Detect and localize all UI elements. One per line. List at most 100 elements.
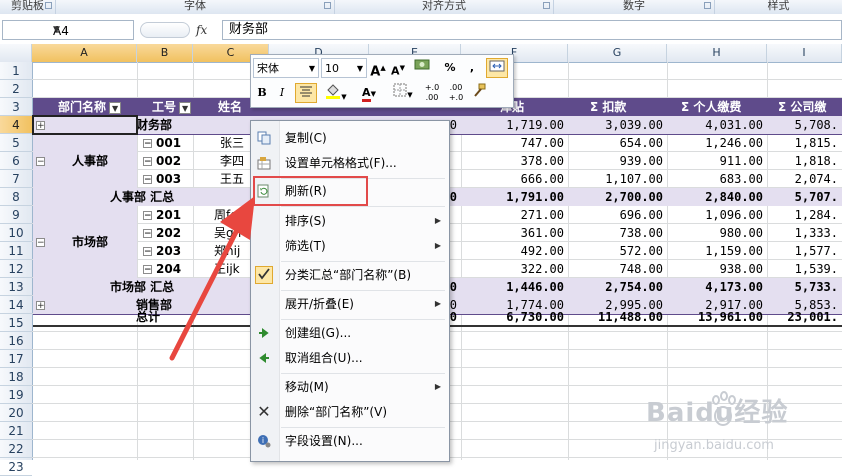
row-header[interactable]: 20 xyxy=(0,404,32,422)
font-color-button[interactable]: A▼ xyxy=(355,83,383,103)
column-header-a[interactable]: A xyxy=(32,44,137,62)
chevron-down-icon: ▼ xyxy=(356,64,363,73)
menu-item-filter[interactable]: 筛选(T) ▶ xyxy=(251,234,449,258)
row-header[interactable]: 5 xyxy=(0,134,32,152)
menu-item-format-cells[interactable]: 设置单元格格式(F)... xyxy=(251,151,449,175)
row-header[interactable]: 6 xyxy=(0,152,32,170)
row-header[interactable]: 22 xyxy=(0,440,32,458)
grow-font-button[interactable]: A▲ xyxy=(369,58,387,79)
menu-item-sort[interactable]: 排序(S) ▶ xyxy=(251,209,449,233)
row-header[interactable]: 12 xyxy=(0,260,32,278)
name-cell: 李四 xyxy=(220,154,245,168)
menu-item-copy[interactable]: 复制(C) xyxy=(251,126,449,150)
ribbon-group-label: 剪贴板 xyxy=(11,0,44,12)
id-cell: −002 xyxy=(143,152,193,170)
collapse-icon[interactable]: − xyxy=(143,247,152,257)
value-cell: 683.00 xyxy=(719,172,763,186)
row-header[interactable]: 23 xyxy=(0,458,32,476)
increase-decimal-button[interactable]: +.0 .00 xyxy=(421,83,443,103)
font-name-select[interactable]: 宋体 ▼ xyxy=(253,58,319,78)
row-header[interactable]: 8 xyxy=(0,188,32,206)
menu-item-expand-collapse[interactable]: 展开/折叠(E) ▶ xyxy=(251,292,449,316)
shrink-font-button[interactable]: A▼ xyxy=(389,58,407,78)
collapse-icon[interactable]: − xyxy=(143,229,152,239)
font-size-select[interactable]: 10 ▼ xyxy=(321,58,367,78)
row-header[interactable]: 3 xyxy=(0,98,32,116)
expand-icon[interactable]: + xyxy=(36,296,50,314)
decrease-decimal-button[interactable]: .00 +.0 xyxy=(445,83,467,103)
format-painter-button[interactable] xyxy=(469,83,489,103)
column-header-h[interactable]: H xyxy=(667,44,767,62)
row-header[interactable]: 21 xyxy=(0,422,32,440)
collapse-icon[interactable]: − xyxy=(36,152,50,170)
mini-toolbar: 宋体 ▼ 10 ▼ A▲ A▼ % , B I ▼ A▼ ▼ +.0 .00 .00… xyxy=(250,54,514,108)
dept-cell: 人事部 xyxy=(72,154,109,168)
value-cell: 696.00 xyxy=(619,208,663,222)
row-header[interactable]: 19 xyxy=(0,386,32,404)
menu-item-group[interactable]: 创建组(G)... xyxy=(251,321,449,345)
dept-cell: 财务部 xyxy=(136,118,173,132)
italic-button[interactable]: I xyxy=(273,83,291,103)
value-cell: 5,708. xyxy=(794,118,838,132)
comma-button[interactable]: , xyxy=(463,58,481,78)
value-cell: 666.00 xyxy=(520,172,564,186)
row-header[interactable]: 7 xyxy=(0,170,32,188)
menu-separator xyxy=(281,261,445,262)
row-header[interactable]: 2 xyxy=(0,80,32,98)
chevron-down-icon[interactable]: ▼ xyxy=(53,25,129,35)
collapse-icon[interactable]: − xyxy=(143,211,152,221)
filter-dropdown-icon[interactable]: ▼ xyxy=(109,101,122,114)
row-header[interactable]: 14 xyxy=(0,296,32,314)
bold-button[interactable]: B xyxy=(253,83,271,103)
font-size-value: 10 xyxy=(325,62,339,75)
formula-input[interactable]: 财务部 xyxy=(222,20,842,40)
collapse-icon[interactable]: − xyxy=(143,157,152,167)
row-header[interactable]: 13 xyxy=(0,278,32,296)
value-cell: 378.00 xyxy=(520,154,564,168)
row-header[interactable]: 18 xyxy=(0,368,32,386)
menu-item-delete[interactable]: ✕ 删除“部门名称”(V) xyxy=(251,400,449,424)
row-header[interactable]: 9 xyxy=(0,206,32,224)
ribbon-group-label: 样式 xyxy=(767,0,790,12)
fill-color-button[interactable]: ▼ xyxy=(321,83,351,103)
name-box[interactable]: A4 ▼ xyxy=(2,20,134,40)
menu-separator xyxy=(281,373,445,374)
collapse-icon[interactable]: − xyxy=(143,175,152,185)
row-header[interactable]: 17 xyxy=(0,350,32,368)
select-all-corner[interactable] xyxy=(0,44,32,62)
collapse-icon[interactable]: − xyxy=(36,233,50,251)
format-painter-icon xyxy=(474,83,486,97)
column-header-b[interactable]: B xyxy=(137,44,193,62)
row-header[interactable]: 10 xyxy=(0,224,32,242)
column-header-i[interactable]: I xyxy=(767,44,842,62)
menu-item-field-settings[interactable]: i 字段设置(N)... xyxy=(251,429,449,453)
chevron-down-icon: ▼ xyxy=(407,91,413,99)
dialog-launcher-icon[interactable] xyxy=(45,2,52,9)
row-header[interactable]: 16 xyxy=(0,332,32,350)
value-cell: 748.00 xyxy=(619,262,663,276)
dialog-launcher-icon[interactable] xyxy=(543,2,550,9)
collapse-icon[interactable]: − xyxy=(143,139,152,149)
row-header[interactable]: 15 xyxy=(0,314,32,332)
merge-center-button[interactable] xyxy=(486,58,508,78)
dialog-launcher-icon[interactable] xyxy=(704,2,711,9)
menu-item-ungroup[interactable]: 取消组合(U)... xyxy=(251,346,449,370)
row-header[interactable]: 4 xyxy=(0,116,32,134)
collapse-icon[interactable]: − xyxy=(143,265,152,275)
filter-dropdown-icon[interactable]: ▼ xyxy=(179,101,192,114)
chevron-down-icon: ▼ xyxy=(370,90,376,98)
row-header[interactable]: 11 xyxy=(0,242,32,260)
percent-button[interactable]: % xyxy=(441,58,459,78)
number-format-button[interactable] xyxy=(411,58,435,78)
menu-separator xyxy=(281,427,445,428)
formula-bar-resize-handle[interactable] xyxy=(140,22,190,38)
dialog-launcher-icon[interactable] xyxy=(324,2,331,9)
menu-item-move[interactable]: 移动(M) ▶ xyxy=(251,375,449,399)
ribbon-group-font: 字体 xyxy=(56,0,335,14)
column-header-g[interactable]: G xyxy=(568,44,667,62)
menu-item-subtotal[interactable]: 分类汇总“部门名称”(B) xyxy=(251,263,449,287)
borders-button[interactable]: ▼ xyxy=(389,83,417,103)
align-center-button[interactable] xyxy=(295,83,317,103)
row-header[interactable]: 1 xyxy=(0,62,32,80)
insert-function-icon[interactable]: fx xyxy=(196,20,216,40)
